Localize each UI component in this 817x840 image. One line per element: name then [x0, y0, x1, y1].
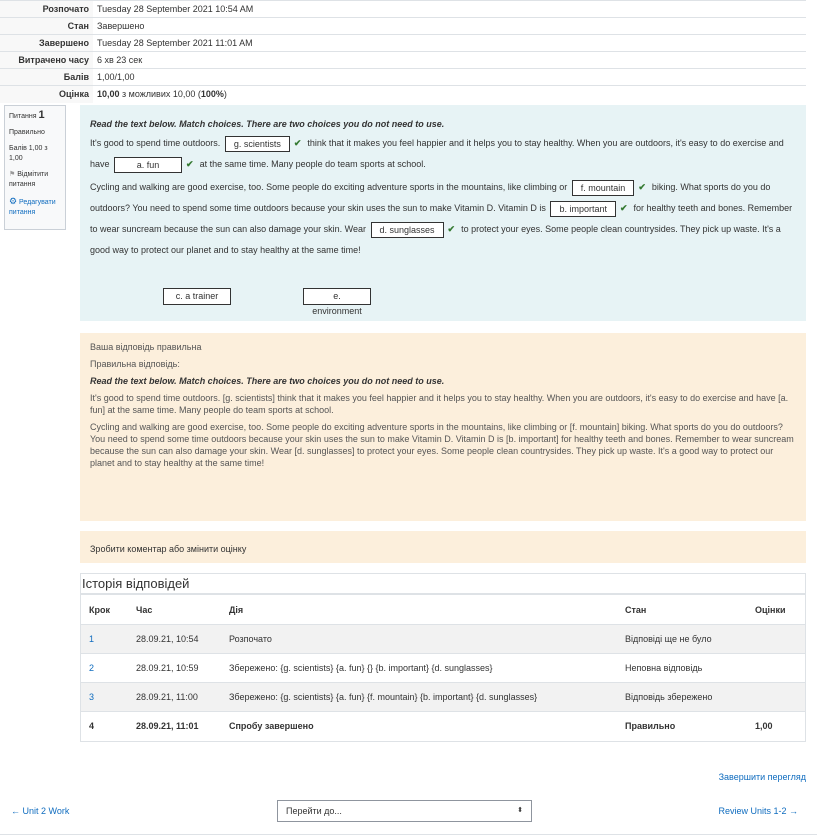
drop-box[interactable]: a. fun	[114, 156, 183, 173]
drop-box[interactable]: b. important	[550, 200, 616, 217]
unused-choice[interactable]: c. a trainer	[163, 288, 231, 305]
check-icon: ✔	[186, 159, 194, 169]
question-content: Read the text below. Match choices. Ther…	[80, 105, 806, 321]
summary-row: Розпочато Tuesday 28 September 2021 10:54…	[0, 0, 806, 18]
next-activity-link[interactable]: Review Units 1-2 →	[718, 806, 798, 816]
flag-icon: ⚑	[9, 171, 16, 178]
table-row: 3 28.09.21, 11:00 Збережено: {g. scientist…	[81, 682, 805, 712]
select-arrows-icon: ⬍	[517, 807, 523, 814]
table-row: 4 28.09.21, 11:01 Спробу завершено Правильн…	[81, 711, 805, 741]
summary-row: Оцінка 10,00 з можливих 10,00 (100%)	[0, 85, 806, 103]
feedback-box: Ваша відповідь правильна Правильна відпо…	[80, 333, 806, 521]
flag-question-link[interactable]: ⚑ Відмітити питання	[9, 170, 61, 190]
drop-box[interactable]: d. sunglasses	[370, 221, 444, 238]
summary-row: Балів 1,00/1,00	[0, 68, 806, 86]
check-icon: ✔	[447, 224, 456, 234]
check-icon: ✔	[638, 182, 646, 192]
unused-choice[interactable]: e. environment	[303, 288, 371, 316]
question-state: Правильно	[9, 129, 45, 136]
summary-row: Витрачено часу 6 хв 23 сек	[0, 51, 806, 69]
response-history: Історія відповідей Крок Час Дія Стан Оцінки …	[80, 573, 806, 742]
jump-to-select[interactable]: Перейти до... ⬍	[277, 800, 532, 822]
prev-activity-link[interactable]: ← Unit 2 Work	[11, 806, 69, 816]
summary-row: Завершено Tuesday 28 September 2021 11:01…	[0, 34, 806, 52]
question-marks: Балів 1,00 з 1,00	[9, 145, 48, 162]
comment-link[interactable]: Зробити коментар або змінити оцінку	[80, 531, 806, 563]
history-title: Історія відповідей	[81, 574, 805, 594]
drop-box[interactable]: f. mountain	[571, 179, 635, 196]
attempt-summary: Розпочато Tuesday 28 September 2021 10:54…	[0, 0, 806, 103]
edit-question-link[interactable]: ⚙ Редагувати питання	[9, 196, 61, 218]
drop-box[interactable]: g. scientists	[224, 135, 290, 152]
divider	[0, 834, 817, 835]
table-row: 2 28.09.21, 10:59 Збережено: {g. scientist…	[81, 653, 805, 683]
check-icon: ✔	[619, 203, 628, 213]
check-icon: ✔	[293, 138, 302, 148]
question-info: Питання 1 Правильно Балів 1,00 з 1,00 ⚑ …	[4, 105, 66, 230]
table-row: 1 28.09.21, 10:54 Розпочато Відповіді ще не…	[81, 624, 805, 654]
summary-row: Стан Завершено	[0, 17, 806, 35]
gear-icon: ⚙	[9, 196, 18, 206]
finish-review-link[interactable]: Завершити перегляд	[719, 772, 806, 782]
